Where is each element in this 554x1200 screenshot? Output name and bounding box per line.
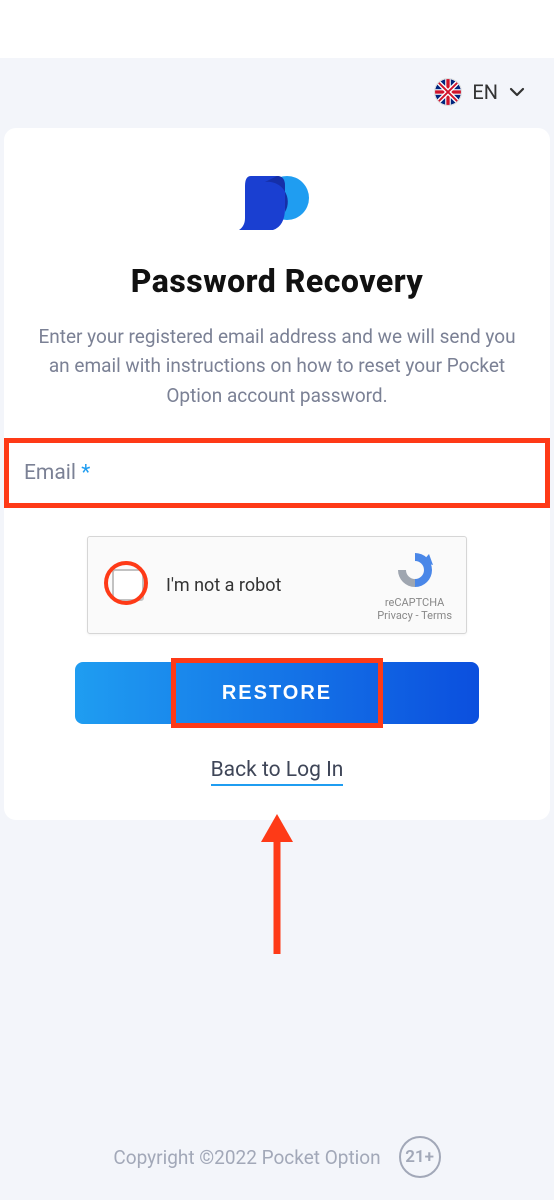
uk-flag-icon — [434, 78, 462, 106]
annotation-arrow-icon — [255, 814, 299, 954]
annotation-highlight-box: Email * — [4, 438, 550, 508]
page-background: EN Password Recovery Enter your register… — [0, 58, 554, 1200]
recaptcha-brand: reCAPTCHA — [377, 596, 452, 609]
recaptcha-label: I'm not a robot — [166, 575, 281, 596]
password-recovery-card: Password Recovery Enter your registered … — [4, 128, 550, 820]
language-code: EN — [472, 80, 498, 104]
footer: Copyright ©2022 Pocket Option 21+ — [0, 1136, 554, 1178]
recaptcha-icon — [394, 549, 436, 591]
email-field-wrap: Email * — [4, 438, 550, 508]
recaptcha-widget: I'm not a robot reCAPTCHA Privacy - Term… — [87, 536, 467, 634]
chevron-down-icon — [508, 83, 526, 101]
top-header-blank — [0, 0, 554, 58]
language-selector[interactable]: EN — [0, 58, 554, 122]
age-badge: 21+ — [399, 1136, 441, 1178]
back-to-login-link[interactable]: Back to Log In — [211, 758, 344, 786]
recaptcha-terms-link[interactable]: Terms — [421, 609, 452, 622]
email-input[interactable] — [9, 443, 545, 503]
page-title: Password Recovery — [24, 262, 530, 300]
page-description: Enter your registered email address and … — [24, 322, 530, 410]
pocket-option-logo-icon — [237, 168, 317, 232]
recaptcha-privacy-link[interactable]: Privacy — [377, 609, 413, 622]
copyright-text: Copyright ©2022 Pocket Option — [113, 1146, 380, 1169]
recaptcha-checkbox[interactable] — [112, 569, 144, 601]
restore-button[interactable]: RESTORE — [75, 662, 479, 724]
